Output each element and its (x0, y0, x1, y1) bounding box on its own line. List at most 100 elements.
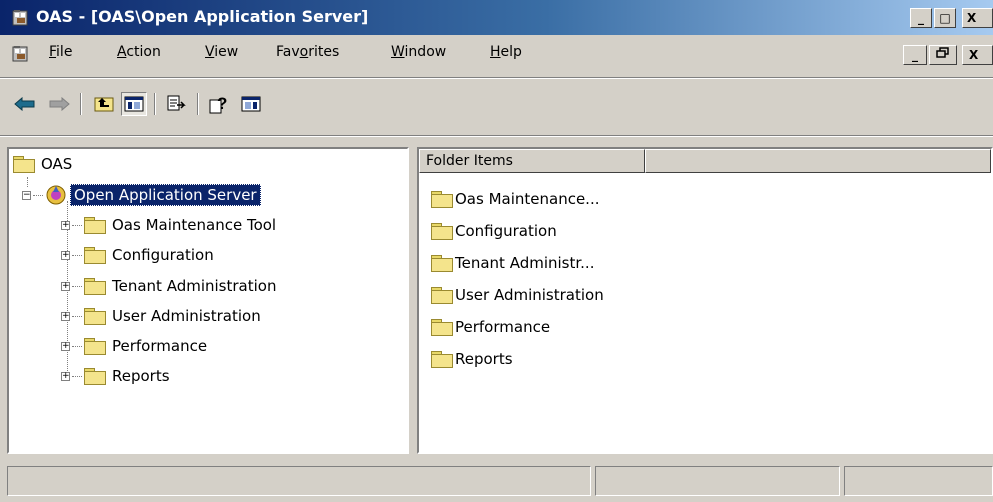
tree-connector (72, 224, 82, 226)
forward-button[interactable] (46, 92, 72, 116)
status-bar (0, 460, 993, 502)
tree-item-label: Reports (112, 367, 170, 385)
up-one-level-icon (94, 97, 114, 112)
list-item-label: Reports (455, 350, 513, 368)
maximize-icon: □ (939, 11, 951, 25)
column-header-empty[interactable] (645, 149, 991, 173)
back-button[interactable] (12, 92, 38, 116)
column-header-folder-items[interactable]: Folder Items (419, 149, 645, 173)
status-pane-middle (595, 466, 840, 496)
back-arrow-icon (14, 97, 35, 111)
tree-connector (72, 285, 82, 287)
tree-connector (72, 375, 82, 377)
list-item-label: Performance (455, 318, 551, 336)
document-window-icon[interactable] (12, 45, 32, 65)
tree-connector (72, 315, 82, 317)
column-header-label: Folder Items (426, 153, 513, 169)
console-tree-pane[interactable]: OAS − Open Application Server + Oas Main… (7, 147, 409, 454)
help-button[interactable]: ? (206, 92, 232, 116)
expand-icon[interactable]: + (61, 311, 70, 321)
folder-icon (84, 278, 106, 295)
tree-connector (72, 254, 82, 256)
tree-item-reports[interactable]: + Reports (61, 363, 170, 389)
folder-icon (84, 308, 106, 325)
toolbar-separator (197, 93, 199, 115)
expand-icon[interactable]: + (61, 220, 70, 230)
tree-connector (72, 345, 82, 347)
status-pane-main (7, 466, 591, 496)
mmc-app-icon (12, 10, 28, 26)
list-item-tenant-administration[interactable]: Tenant Administr... (431, 248, 594, 278)
expand-icon[interactable]: + (61, 281, 70, 291)
folder-icon (431, 223, 453, 240)
expand-icon[interactable]: + (61, 341, 70, 351)
list-item-label: Configuration (455, 222, 557, 240)
svg-text:?: ? (217, 94, 227, 113)
tree-item-label: Performance (112, 337, 208, 355)
window-title-bar[interactable]: OAS - [OAS\Open Application Server] _ □ … (0, 0, 993, 35)
tree-item-label: Tenant Administration (112, 277, 277, 295)
menu-view[interactable]: View (205, 44, 238, 60)
show-hide-action-pane-button[interactable] (238, 92, 264, 116)
list-item-label: Oas Maintenance... (455, 190, 600, 208)
tree-item-label: Oas Maintenance Tool (112, 216, 277, 234)
doc-close-button[interactable]: X (962, 45, 993, 65)
tree-item-label: OAS (41, 155, 73, 173)
tree-item-oas-maintenance-tool[interactable]: + Oas Maintenance Tool (61, 212, 276, 238)
minimize-icon: _ (918, 11, 924, 25)
status-pane-right (844, 466, 993, 496)
toolbar-separator (80, 93, 82, 115)
forward-arrow-icon (49, 97, 70, 111)
show-hide-tree-icon (124, 96, 144, 112)
menu-action[interactable]: Action (117, 44, 161, 60)
folder-icon (84, 217, 106, 234)
tree-item-user-administration[interactable]: + User Administration (61, 303, 261, 329)
folder-icon (84, 368, 106, 385)
folder-icon (84, 338, 106, 355)
folder-icon (84, 247, 106, 264)
expand-icon[interactable]: + (61, 371, 70, 381)
maximize-button[interactable]: □ (934, 8, 956, 28)
show-hide-tree-button[interactable] (121, 92, 147, 116)
tree-item-label: User Administration (112, 307, 261, 325)
tree-item-root[interactable]: OAS (13, 151, 72, 177)
doc-minimize-button[interactable]: _ (903, 45, 927, 65)
export-list-button[interactable] (163, 92, 189, 116)
tree-item-label: Configuration (112, 246, 214, 264)
toolbar-separator (154, 93, 156, 115)
list-item-label: Tenant Administr... (455, 254, 595, 272)
tree-item-tenant-administration[interactable]: + Tenant Administration (61, 273, 276, 299)
list-item-configuration[interactable]: Configuration (431, 216, 557, 246)
doc-close-icon: X (969, 48, 979, 62)
minimize-button[interactable]: _ (910, 8, 932, 28)
tree-connector (33, 194, 43, 196)
doc-restore-button[interactable] (929, 45, 957, 65)
list-item-label: User Administration (455, 286, 604, 304)
folder-icon (431, 191, 453, 208)
menu-bar: File Action View Favorites Window Help _… (0, 35, 993, 77)
list-item-reports[interactable]: Reports (431, 344, 513, 374)
folder-icon (431, 255, 453, 272)
folder-icon (13, 156, 35, 173)
show-hide-action-pane-icon (241, 96, 261, 112)
list-item-user-administration[interactable]: User Administration (431, 280, 604, 310)
tree-item-performance[interactable]: + Performance (61, 333, 207, 359)
menu-favorites[interactable]: Favorites (276, 44, 339, 60)
list-item-performance[interactable]: Performance (431, 312, 550, 342)
folder-icon (431, 287, 453, 304)
menu-help[interactable]: Help (490, 44, 522, 60)
tree-item-configuration[interactable]: + Configuration (61, 242, 214, 268)
list-item-oas-maintenance[interactable]: Oas Maintenance... (431, 184, 600, 214)
folder-icon (431, 351, 453, 368)
collapse-icon[interactable]: − (22, 190, 31, 200)
close-button[interactable]: X (962, 8, 993, 28)
tree-item-label: Open Application Server (70, 184, 261, 206)
menu-window[interactable]: Window (391, 44, 446, 60)
help-icon: ? (209, 94, 227, 114)
expand-icon[interactable]: + (61, 250, 70, 260)
tree-item-server[interactable]: − Open Application Server (22, 182, 261, 208)
results-list-pane[interactable]: Folder Items Oas Maintenance... Configur… (417, 147, 993, 454)
up-one-level-button[interactable] (91, 92, 117, 116)
menu-file[interactable]: File (49, 44, 72, 60)
close-icon: X (967, 11, 977, 25)
